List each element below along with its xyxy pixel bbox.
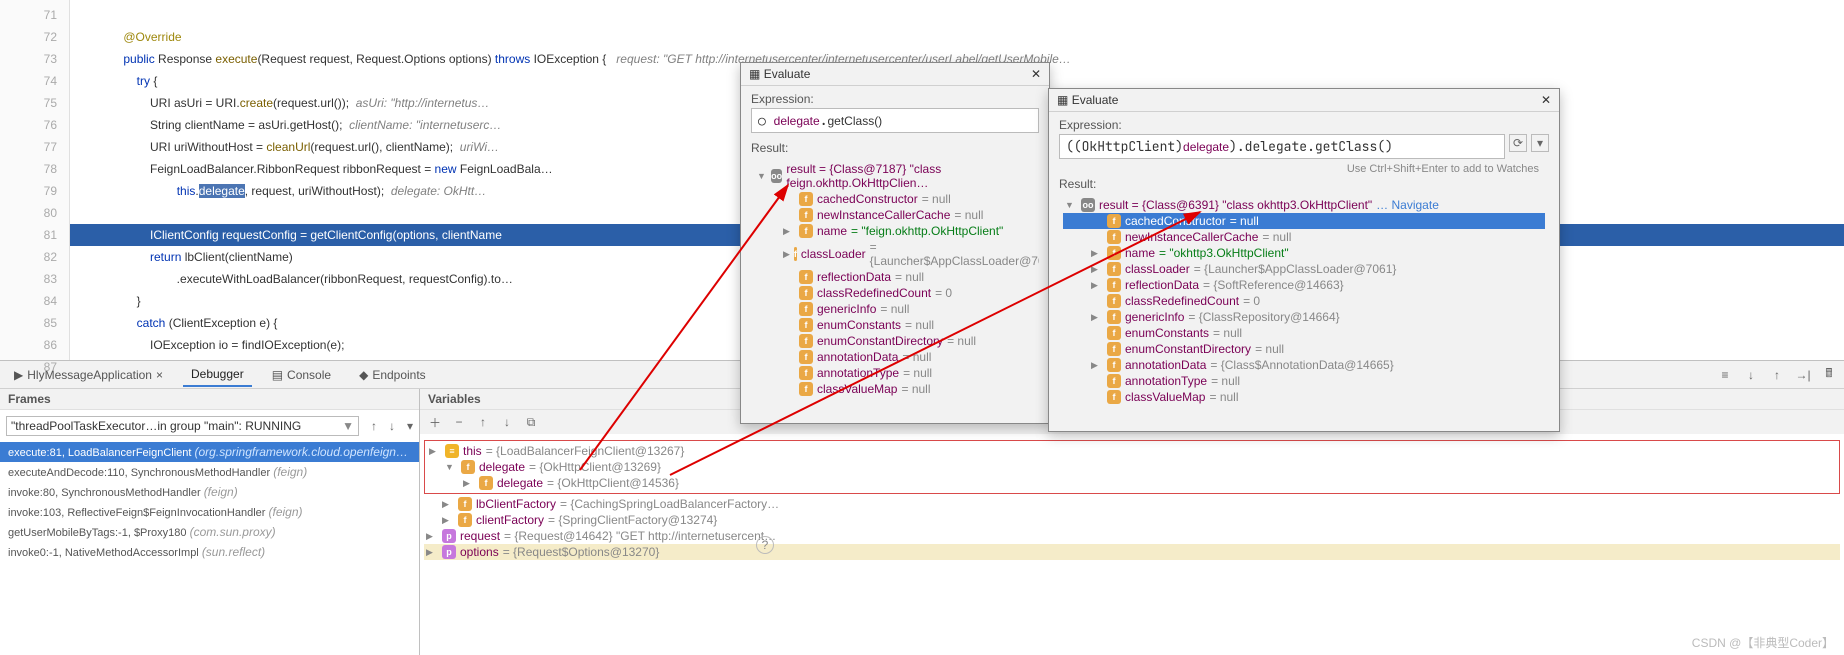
popup2-title: Evaluate [1072,93,1119,107]
evaluate-icon[interactable]: 🖩 [1820,366,1838,384]
step-out-icon[interactable]: ↑ [1768,366,1786,384]
result-field[interactable]: f enumConstantDirectory = null [755,333,1035,349]
expression-label: Expression: [751,92,1039,106]
result-field[interactable]: f annotationData = null [755,349,1035,365]
result-field[interactable]: f enumConstants = null [1063,325,1545,341]
down-icon[interactable]: ↓ [498,413,516,431]
prev-frame-icon[interactable]: ↑ [365,417,383,435]
tab-endpoints[interactable]: ◆ Endpoints [351,364,434,386]
result-field[interactable]: ▶f genericInfo = {ClassRepository@14664} [1063,309,1545,325]
variable-row[interactable]: ▶p request = {Request@14642} "GET http:/… [424,528,1840,544]
help-icon[interactable]: ? [756,536,774,554]
filter-frames-icon[interactable]: ▾ [401,417,419,435]
result-field[interactable]: f newInstanceCallerCache = null [1063,229,1545,245]
variable-row[interactable]: ▶f clientFactory = {SpringClientFactory@… [424,512,1840,528]
result-field[interactable]: f enumConstants = null [755,317,1035,333]
frames-header: Frames [0,389,419,410]
up-icon[interactable]: ↑ [474,413,492,431]
result-field[interactable]: f classValueMap = null [1063,389,1545,405]
variable-row[interactable]: ▼f delegate = {OkHttpClient@13269} [427,459,1837,475]
tab-debugger[interactable]: Debugger [183,363,252,387]
step-over-icon[interactable]: ≡ [1716,366,1734,384]
variables-header: Variables [428,392,481,406]
variable-row[interactable]: ▶≡ this = {LoadBalancerFeignClient@13267… [427,443,1837,459]
evaluate-popup-2[interactable]: ▦ Evaluate ✕ Expression: ((OkHttpClient)… [1048,88,1560,432]
result-field[interactable]: ▶f classLoader = {Launcher$AppClassLoade… [1063,261,1545,277]
result-field[interactable]: f cachedConstructor = null [755,191,1035,207]
step-into-icon[interactable]: ↓ [1742,366,1760,384]
result-field[interactable]: f classRedefinedCount = 0 [755,285,1035,301]
idea-icon: ▦ [749,67,760,81]
stack-frame[interactable]: invoke0:-1, NativeMethodAccessorImpl (su… [0,542,419,562]
evaluate-popup-1[interactable]: ▦ Evaluate ✕ Expression: ○ delegate.getC… [740,62,1050,424]
result-field[interactable]: f enumConstantDirectory = null [1063,341,1545,357]
frames-panel: Frames "threadPoolTaskExecutor…in group … [0,389,420,655]
hint-text: Use Ctrl+Shift+Enter to add to Watches [1059,161,1549,175]
stack-frame[interactable]: invoke:80, SynchronousMethodHandler (fei… [0,482,419,502]
result-field[interactable]: f classRedefinedCount = 0 [1063,293,1545,309]
add-watch-icon[interactable]: ＋ [426,413,444,431]
copy-icon[interactable]: ⧉ [522,413,540,431]
result-field[interactable]: ▶f name = "okhttp3.OkHttpClient" [1063,245,1545,261]
popup1-title: Evaluate [764,67,811,81]
history-icon[interactable]: ⟳ [1509,134,1527,152]
result-field[interactable]: ▶f reflectionData = {SoftReference@14663… [1063,277,1545,293]
result-field[interactable]: ▶f classLoader = {Launcher$AppClassLoade… [755,239,1035,269]
thread-dropdown[interactable]: "threadPoolTaskExecutor…in group "main":… [6,416,359,436]
result-field[interactable]: f cachedConstructor = null [1063,213,1545,229]
expression-input[interactable]: ((OkHttpClient) delegate).delegate.getCl… [1059,134,1505,159]
variable-row[interactable]: ▶p options = {Request$Options@13270} [424,544,1840,560]
result-field[interactable]: f classValueMap = null [755,381,1035,397]
line-gutter: 7172737475767778798081828384858687 [0,0,70,360]
stack-frame[interactable]: invoke:103, ReflectiveFeign$FeignInvocat… [0,502,419,522]
watermark: CSDN @【非典型Coder】 [1692,634,1834,651]
remove-watch-icon[interactable]: − [450,413,468,431]
result-label: Result: [1059,177,1549,191]
variable-row[interactable]: ▶f lbClientFactory = {CachingSpringLoadB… [424,496,1840,512]
stack-frame[interactable]: getUserMobileByTags:-1, $Proxy180 (com.s… [0,522,419,542]
result-field[interactable]: f genericInfo = null [755,301,1035,317]
run-to-cursor-icon[interactable]: →| [1794,366,1812,384]
result-field[interactable]: f annotationType = null [1063,373,1545,389]
result-field[interactable]: ▶f annotationData = {Class$AnnotationDat… [1063,357,1545,373]
result-field[interactable]: f reflectionData = null [755,269,1035,285]
result-field[interactable]: f annotationType = null [755,365,1035,381]
result-field[interactable]: f newInstanceCallerCache = null [755,207,1035,223]
close-icon[interactable]: ✕ [1031,67,1041,81]
result-field[interactable]: ▶f name = "feign.okhttp.OkHttpClient" [755,223,1035,239]
tab-console[interactable]: ▤ Console [264,364,339,386]
close-icon[interactable]: ✕ [1541,93,1551,107]
stack-frame[interactable]: executeAndDecode:110, SynchronousMethodH… [0,462,419,482]
expression-label: Expression: [1059,118,1549,132]
idea-icon: ▦ [1057,93,1068,107]
stack-frame[interactable]: execute:81, LoadBalancerFeignClient (org… [0,442,419,462]
result-label: Result: [751,141,1039,155]
next-frame-icon[interactable]: ↓ [383,417,401,435]
variable-row[interactable]: ▶f delegate = {OkHttpClient@14536} [427,475,1837,491]
expression-input[interactable]: ○ delegate.getClass() [751,108,1039,133]
expand-icon[interactable]: ▾ [1531,134,1549,152]
